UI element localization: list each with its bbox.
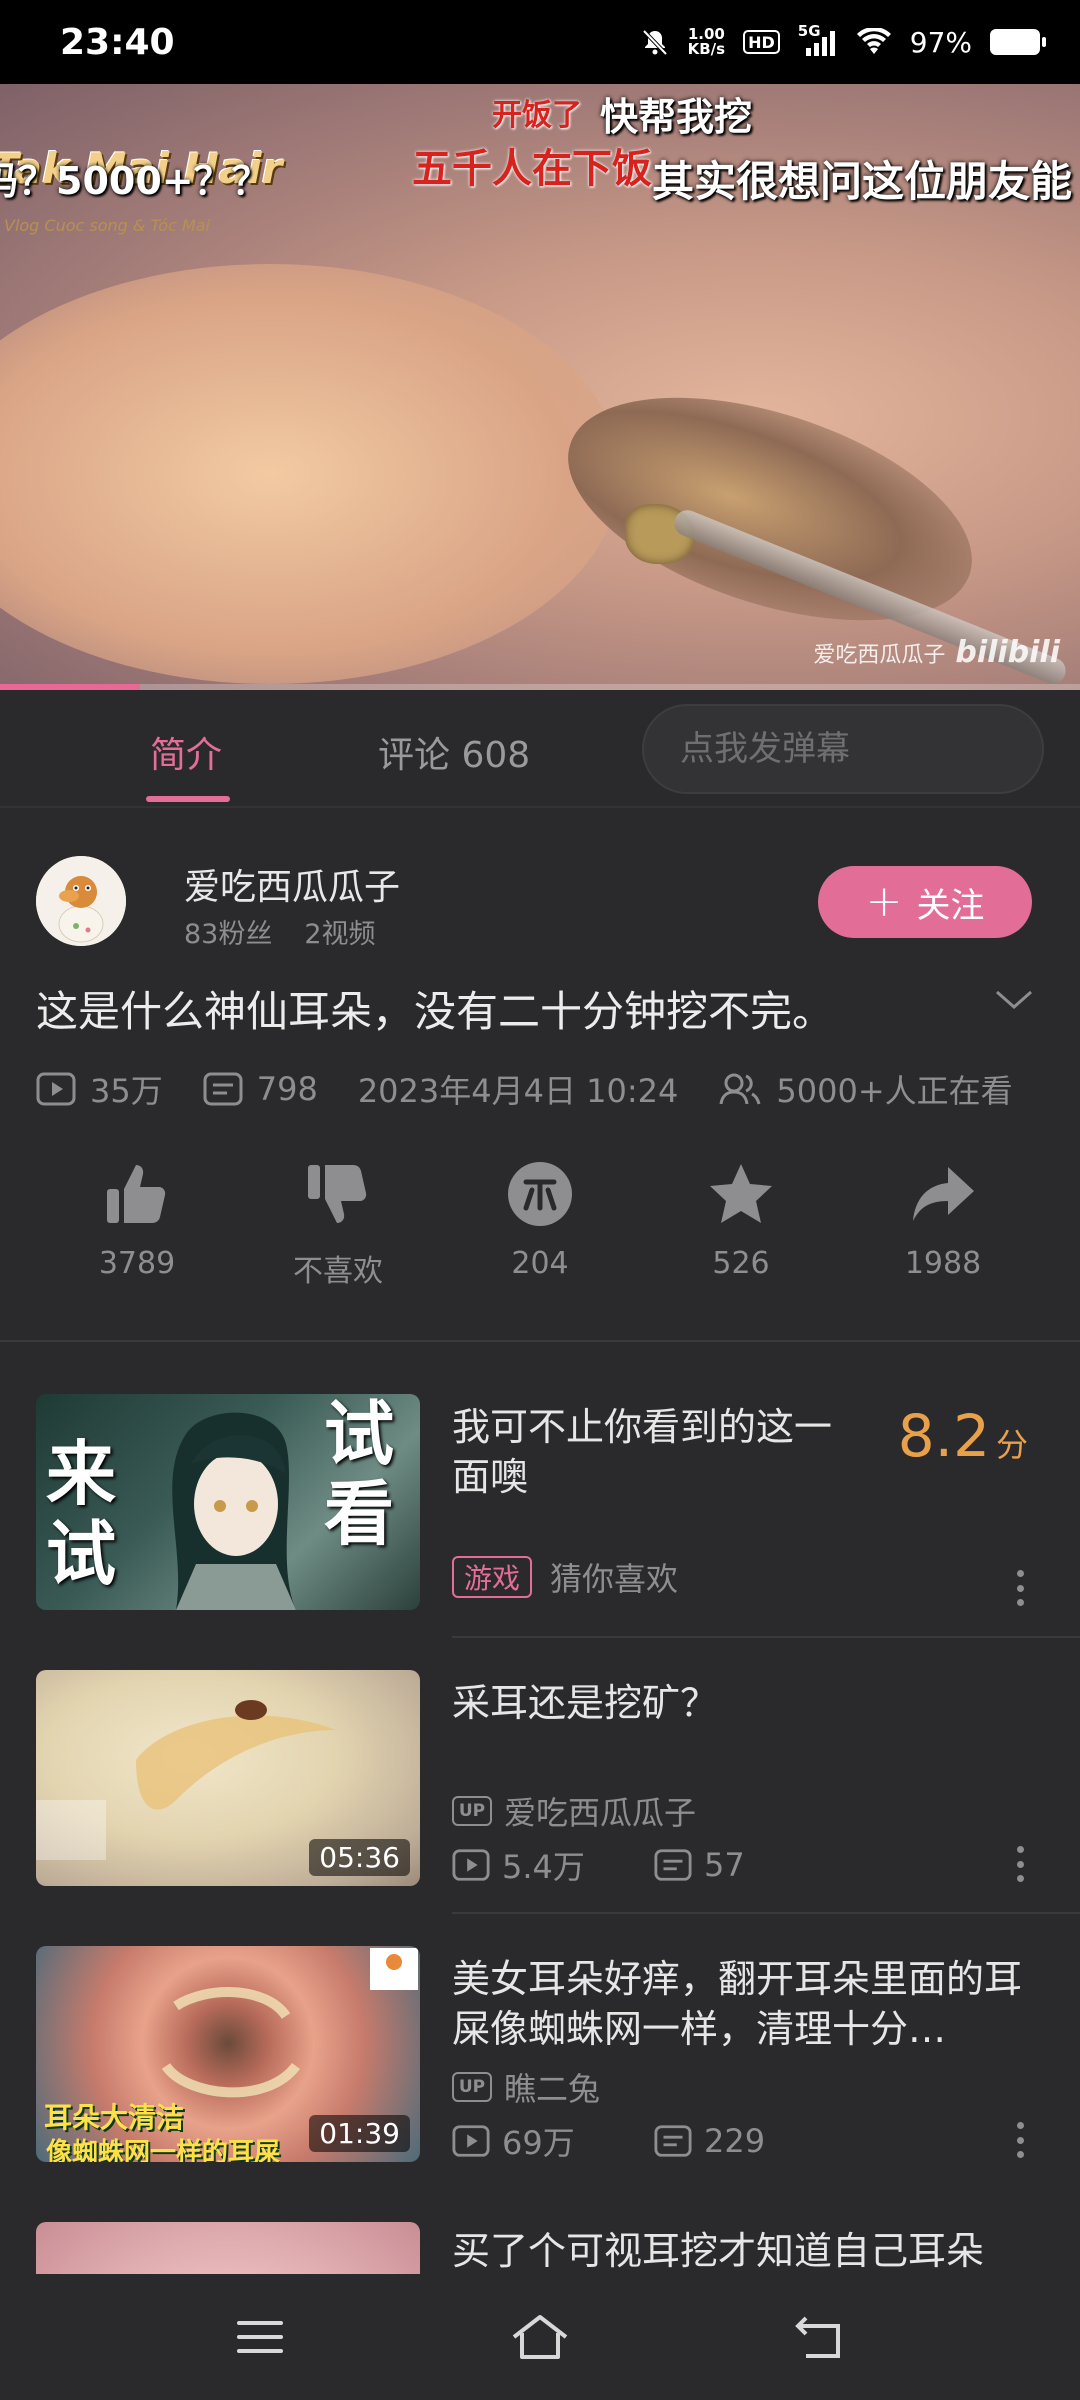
rating-score: 8.2 分 <box>897 1402 1028 1470</box>
divider <box>452 1912 1080 1914</box>
related-title[interactable]: 我可不止你看到的这一面噢 <box>452 1402 852 1502</box>
danmu-comment: 快帮我挖 <box>600 95 753 139</box>
divider <box>0 806 1080 808</box>
favorite-button[interactable]: 526 <box>661 1156 821 1281</box>
danmu-comment: 五千人在下饭 <box>412 146 652 192</box>
share-arrow-icon <box>863 1156 1023 1232</box>
play-count-icon <box>36 1072 76 1106</box>
coin-button[interactable]: 204 <box>460 1156 620 1281</box>
home-button[interactable] <box>500 2297 580 2377</box>
up-badge: UP <box>452 2072 492 2102</box>
related-comments: 57 <box>704 1846 745 1884</box>
signal-5g-icon: 5G <box>798 22 838 56</box>
star-icon <box>661 1156 821 1232</box>
action-bar: 3789 不喜欢 204 526 1988 <box>0 1156 1080 1296</box>
thumbs-down-icon <box>258 1156 418 1232</box>
danmaku-count-icon <box>654 1848 692 1882</box>
thumb-text: 试看 <box>324 1394 394 1555</box>
video-overlay-logo-sub: Vlog Cuoc song & Tóc Mai <box>4 216 210 235</box>
danmu-input[interactable] <box>644 706 1042 792</box>
video-duration: 05:36 <box>309 1839 410 1876</box>
more-options-icon[interactable] <box>1016 2122 1024 2158</box>
related-views: 5.4万 <box>502 1848 585 1886</box>
status-time: 23:40 <box>60 21 175 63</box>
tab-bar: 简介 评论 608 弹 <box>0 690 1080 806</box>
related-author: 爱吃西瓜瓜子 <box>504 1794 697 1832</box>
net-speed: 1.00 KB/s <box>687 25 726 58</box>
coin-icon <box>460 1156 620 1232</box>
system-nav-bar <box>0 2274 1080 2400</box>
menu-button[interactable] <box>220 2297 300 2377</box>
uploader-meta: 83粉丝 2视频 <box>184 912 376 951</box>
category-tag: 游戏 <box>452 1556 533 1598</box>
screen: 23:40 1.00 KB/s HD 5G 97% Tak Mai Hair V… <box>0 0 1080 2400</box>
back-icon <box>795 2316 840 2358</box>
follow-button[interactable]: + 关注 <box>818 866 1032 938</box>
like-button[interactable]: 3789 <box>57 1156 217 1281</box>
more-options-icon[interactable] <box>1016 1846 1024 1882</box>
related-thumbnail[interactable]: 05:36 <box>36 1670 420 1886</box>
danmaku-count-icon <box>654 2124 692 2158</box>
tab-comments[interactable]: 评论 608 <box>378 726 530 778</box>
related-thumbnail[interactable]: 来试 试看 <box>36 1394 420 1610</box>
watching-count: 5000+人正在看 <box>776 1072 1013 1110</box>
divider <box>0 1340 1080 1342</box>
plus-icon: + <box>865 876 903 927</box>
share-button[interactable]: 1988 <box>863 1156 1023 1281</box>
video-title: 这是什么神仙耳朵，没有二十分钟挖不完。 <box>36 987 835 1036</box>
view-count: 35万 <box>90 1072 163 1110</box>
danmaku-count-icon <box>203 1072 243 1106</box>
play-count-icon <box>452 1848 490 1882</box>
uploader-fans: 83粉丝 <box>184 919 273 950</box>
video-player[interactable]: Tak Mai Hair Vlog Cuoc song & Tóc Mai 开饭… <box>0 84 1080 690</box>
danmu-comment: 其实很想问这位朋友能 <box>652 157 1073 206</box>
battery-percent: 97% <box>909 25 972 59</box>
danmu-input-box: 弹 <box>642 704 1044 794</box>
up-badge: UP <box>452 1796 492 1826</box>
danmu-comment: 吗？5000+？？ <box>0 159 270 203</box>
related-video-item[interactable]: 05:36 采耳还是挖矿？ UP 爱吃西瓜瓜子 5.4万 57 <box>0 1670 1080 1946</box>
battery-icon <box>990 29 1046 55</box>
related-title[interactable]: 采耳还是挖矿？ <box>452 1678 1052 1728</box>
related-thumbnail[interactable] <box>36 2222 420 2274</box>
publish-date: 2023年4月4日 10:24 <box>357 1072 679 1110</box>
avatar[interactable] <box>36 856 126 946</box>
thumbs-up-icon <box>57 1156 217 1232</box>
home-icon <box>512 2315 568 2359</box>
related-title[interactable]: 买了个可视耳挖才知道自己耳朵 <box>452 2226 1052 2274</box>
menu-icon <box>237 2321 283 2353</box>
related-author: 瞧二兔 <box>504 2070 601 2108</box>
back-button[interactable] <box>780 2297 860 2377</box>
uploader-name[interactable]: 爱吃西瓜瓜子 <box>184 858 400 910</box>
video-stats: 35万 798 2023年4月4日 10:24 5000+人正在看 <box>36 1066 1053 1112</box>
watching-users-icon <box>718 1072 762 1106</box>
recommend-reason: 猜你喜欢 <box>550 1560 679 1598</box>
wifi-icon <box>856 28 892 56</box>
thumb-text: 来试 <box>46 1432 116 1595</box>
thumb-caption: 像蜘蛛网一样的耳屎 <box>46 2138 281 2162</box>
thumb-caption: 耳朵大清洁 <box>44 2101 185 2134</box>
dislike-button[interactable]: 不喜欢 <box>258 1156 418 1290</box>
related-thumbnail[interactable]: 耳朵大清洁 像蜘蛛网一样的耳屎 01:39 <box>36 1946 420 2162</box>
video-duration: 01:39 <box>309 2115 410 2152</box>
danmu-comment: 开饭了 <box>492 98 582 133</box>
related-comments: 229 <box>704 2122 766 2160</box>
tab-intro[interactable]: 简介 <box>150 726 222 778</box>
related-views: 69万 <box>502 2124 575 2162</box>
more-options-icon[interactable] <box>1016 1570 1024 1606</box>
danmaku-count: 798 <box>256 1070 318 1108</box>
uploader-video-count: 2视频 <box>304 919 376 950</box>
mute-bell-icon <box>640 27 670 57</box>
related-title[interactable]: 美女耳朵好痒，翻开耳朵里面的耳屎像蜘蛛网一样，清理十分… <box>452 1954 1052 2054</box>
chevron-down-icon[interactable] <box>994 988 1034 1016</box>
tab-active-indicator <box>146 796 230 802</box>
related-video-item[interactable]: 买了个可视耳挖才知道自己耳朵 <box>0 2222 1080 2274</box>
divider <box>452 1636 1080 1638</box>
hd-icon: HD <box>743 30 780 54</box>
status-bar: 23:40 1.00 KB/s HD 5G 97% <box>0 0 1080 84</box>
related-video-item[interactable]: 耳朵大清洁 像蜘蛛网一样的耳屎 01:39 美女耳朵好痒，翻开耳朵里面的耳屎像蜘… <box>0 1946 1080 2222</box>
related-video-item[interactable]: 来试 试看 我可不止你看到的这一面噢 8.2 分 游戏 猜你喜欢 <box>0 1394 1080 1670</box>
play-count-icon <box>452 2124 490 2158</box>
video-watermark: 爱吃西瓜瓜子 bilibili <box>813 635 1060 670</box>
